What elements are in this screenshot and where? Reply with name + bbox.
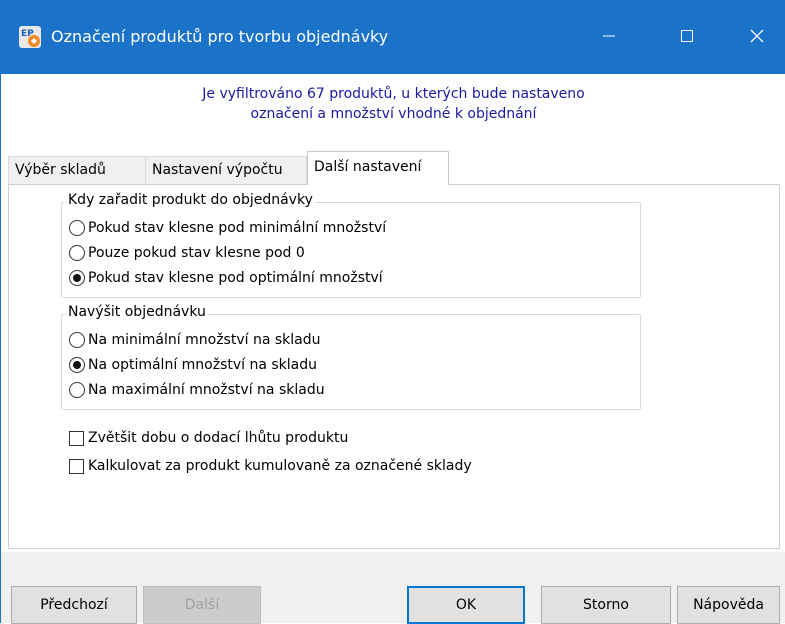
radio-label: Pouze pokud stav klesne pod 0 (88, 245, 305, 261)
radio-below-optimum[interactable]: Pokud stav klesne pod optimální množství (69, 268, 383, 288)
tab-dalsi-nastaveni[interactable]: Další nastavení (307, 151, 449, 185)
radio-label: Na minimální množství na skladu (88, 332, 321, 348)
close-button[interactable] (734, 18, 780, 54)
radio-label: Na optimální množství na skladu (88, 357, 318, 373)
checkbox-label: Zvětšit dobu o dodací lhůtu produktu (88, 430, 349, 446)
checkbox-extend-delivery[interactable]: Zvětšit dobu o dodací lhůtu produktu (69, 428, 348, 448)
window-title: Označení produktů pro tvorbu objednávky (51, 27, 389, 46)
checkbox-box[interactable] (69, 458, 84, 474)
title-bar[interactable]: EP Označení produktů pro tvorbu objednáv… (1, 0, 785, 74)
checkbox-label: Kalkulovat za produkt kumulovaně za ozna… (88, 458, 472, 474)
ok-button[interactable]: OK (407, 586, 525, 624)
radio-circle[interactable] (69, 220, 85, 236)
radio-label: Pokud stav klesne pod optimální množství (88, 270, 383, 286)
radio-circle[interactable] (69, 382, 85, 398)
tab-nastaveni-vypoctu[interactable]: Nastavení výpočtu (145, 156, 307, 184)
checkbox-cumulative[interactable]: Kalkulovat za produkt kumulovaně za ozna… (69, 456, 472, 476)
dialog-window: EP Označení produktů pro tvorbu objednáv… (0, 0, 785, 624)
radio-raise-maximum[interactable]: Na maximální množství na skladu (69, 380, 325, 400)
radio-circle-checked[interactable] (69, 357, 85, 373)
tab-vyber-skladu[interactable]: Výběr skladů (8, 156, 146, 184)
group-raise-title: Navýšit objednávku (66, 304, 208, 320)
radio-below-zero[interactable]: Pouze pokud stav klesne pod 0 (69, 243, 305, 263)
filter-info-line1: Je vyfiltrováno 67 produktů, u kterých b… (202, 86, 585, 102)
radio-raise-minimum[interactable]: Na minimální množství na skladu (69, 330, 320, 350)
minimize-button[interactable] (586, 18, 632, 54)
radio-circle-checked[interactable] (69, 270, 85, 286)
checkbox-box[interactable] (69, 430, 84, 446)
minimize-icon (603, 35, 615, 37)
app-logo-icon: EP (19, 26, 41, 48)
radio-below-minimum[interactable]: Pokud stav klesne pod minimální množství (69, 218, 386, 238)
radio-label: Na maximální množství na skladu (88, 382, 325, 398)
close-icon (750, 29, 764, 43)
radio-label: Pokud stav klesne pod minimální množství (88, 220, 387, 236)
cancel-button[interactable]: Storno (541, 586, 671, 624)
radio-raise-optimum[interactable]: Na optimální množství na skladu (69, 355, 317, 375)
group-when-title: Kdy zařadit produkt do objednávky (66, 192, 315, 208)
previous-button[interactable]: Předchozí (11, 586, 137, 624)
maximize-icon (681, 30, 693, 42)
maximize-button[interactable] (664, 18, 710, 54)
filter-info: Je vyfiltrováno 67 produktů, u kterých b… (1, 84, 785, 124)
filter-info-line2: označení a množství vhodné k objednání (250, 106, 537, 122)
help-button[interactable]: Nápověda (677, 586, 780, 624)
next-button-disabled: Další (143, 586, 261, 624)
radio-circle[interactable] (69, 332, 85, 348)
radio-circle[interactable] (69, 245, 85, 261)
